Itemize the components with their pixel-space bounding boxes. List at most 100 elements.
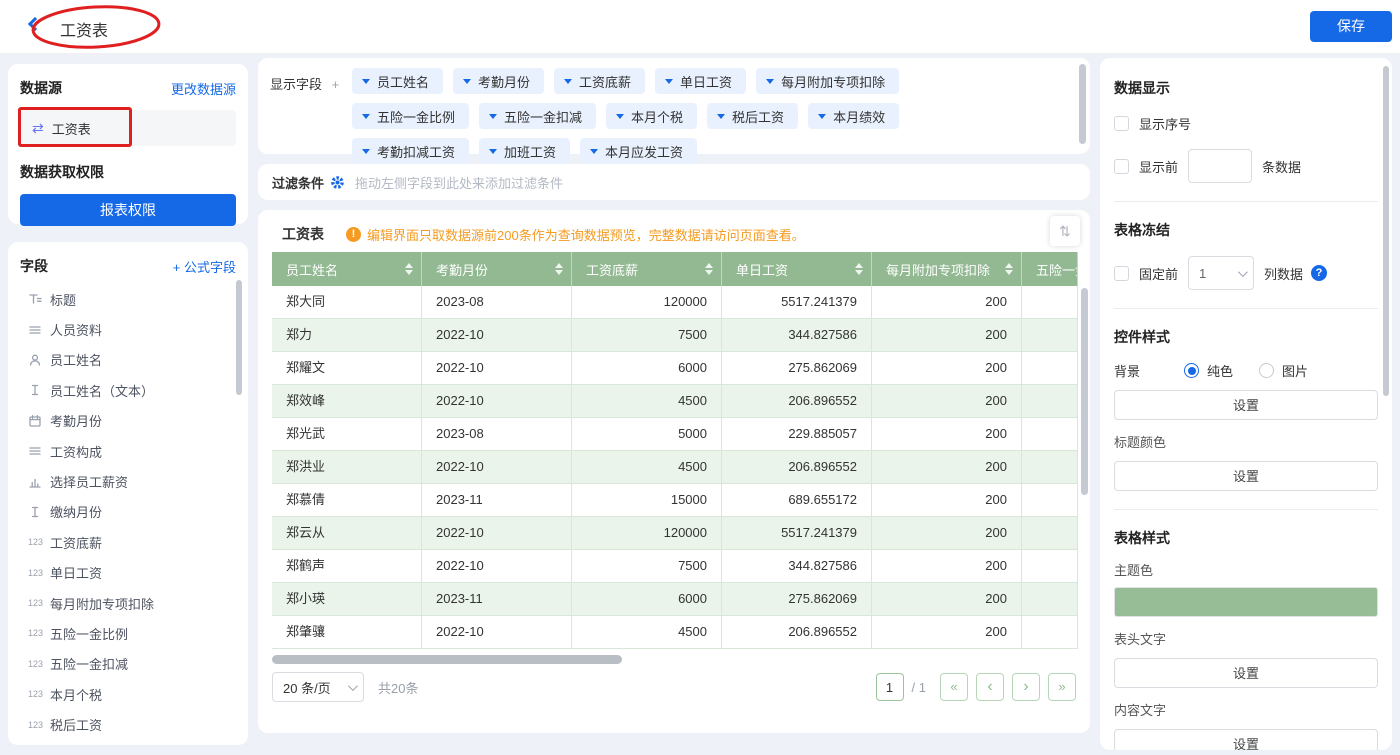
display-field-chip[interactable]: 单日工资 xyxy=(655,68,746,94)
add-field-button[interactable]: + xyxy=(332,77,340,92)
table-row[interactable]: 郑小瑛2023-116000275.862069200 xyxy=(272,583,1078,616)
show-first-input[interactable] xyxy=(1188,149,1252,183)
column-header[interactable]: 工资底薪 xyxy=(572,252,722,286)
show-first-checkbox[interactable] xyxy=(1114,159,1129,174)
settings-scrollbar[interactable] xyxy=(1383,66,1389,396)
table-row[interactable]: 郑云从2022-101200005517.241379200 xyxy=(272,517,1078,550)
table-horizontal-scrollbar[interactable] xyxy=(272,655,622,664)
field-item[interactable]: 123本月个税 xyxy=(20,679,236,709)
table-cell: 200 xyxy=(872,517,1022,550)
field-item[interactable]: 123五险一金比例 xyxy=(20,618,236,648)
first-page-button[interactable] xyxy=(940,673,968,701)
fields-list: 标题人员资料员工姓名员工姓名（文本） 考勤月份工资构成选择员工薪资缴纳月份123工… xyxy=(20,284,236,740)
table-row[interactable]: 郑效峰2022-104500206.896552200 xyxy=(272,385,1078,418)
freeze-checkbox[interactable] xyxy=(1114,266,1129,281)
table-cell xyxy=(1022,550,1078,583)
display-field-chip[interactable]: 本月绩效 xyxy=(808,103,899,129)
table-row[interactable]: 郑大同2023-081200005517.241379200 xyxy=(272,286,1078,319)
field-item[interactable]: 123单日工资 xyxy=(20,558,236,588)
change-datasource-link[interactable]: 更改数据源 xyxy=(171,79,236,98)
sort-icon[interactable] xyxy=(1005,263,1013,275)
display-field-chip[interactable]: 每月附加专项扣除 xyxy=(756,68,899,94)
title-color-label: 标题颜色 xyxy=(1114,432,1378,451)
divider xyxy=(1114,201,1378,202)
title-color-set-button[interactable]: 设置 xyxy=(1114,461,1378,491)
table-row[interactable]: 郑慕倩2023-1115000689.655172200 xyxy=(272,484,1078,517)
table-vertical-scrollbar[interactable] xyxy=(1081,288,1088,495)
field-item[interactable]: 缴纳月份 xyxy=(20,497,236,527)
sort-icon[interactable] xyxy=(855,263,863,275)
gear-icon[interactable] xyxy=(330,175,345,190)
solid-color-radio[interactable] xyxy=(1184,363,1199,378)
table-row[interactable]: 郑力2022-107500344.827586200 xyxy=(272,319,1078,352)
table-row[interactable]: 郑耀文2022-106000275.862069200 xyxy=(272,352,1078,385)
display-field-chip[interactable]: 本月个税 xyxy=(606,103,697,129)
display-field-chip[interactable]: 员工姓名 xyxy=(352,68,443,94)
display-field-chip[interactable]: 税后工资 xyxy=(707,103,798,129)
table-cell: 120000 xyxy=(572,517,722,550)
table-cell: 344.827586 xyxy=(722,319,872,352)
display-field-chip[interactable]: 五险一金比例 xyxy=(352,103,469,129)
field-item[interactable]: 123每月附加专项扣除 xyxy=(20,588,236,618)
display-field-chip[interactable]: 工资底薪 xyxy=(554,68,645,94)
back-icon[interactable] xyxy=(28,17,42,31)
sort-icon[interactable] xyxy=(555,263,563,275)
datasource-item[interactable]: ⇄ 工资表 xyxy=(20,110,236,146)
filter-bar[interactable]: 过滤条件 拖动左侧字段到此处来添加过滤条件 xyxy=(258,164,1090,200)
field-item[interactable]: 考勤月份 xyxy=(20,406,236,436)
field-item[interactable]: 123税后工资 xyxy=(20,709,236,739)
table-cell xyxy=(1022,616,1078,649)
header-text-set-button[interactable]: 设置 xyxy=(1114,658,1378,688)
help-icon[interactable]: ? xyxy=(1311,265,1327,281)
report-permission-button[interactable]: 报表权限 xyxy=(20,194,236,226)
sort-order-icon[interactable]: ⇅ xyxy=(1050,216,1080,246)
table-row[interactable]: 郑鹤声2022-107500344.827586200 xyxy=(272,550,1078,583)
display-field-chip[interactable]: 考勤月份 xyxy=(453,68,544,94)
formula-field-link[interactable]: + 公式字段 xyxy=(173,257,236,276)
field-item[interactable]: 选择员工薪资 xyxy=(20,466,236,496)
sort-icon[interactable] xyxy=(405,263,413,275)
field-label: 工资构成 xyxy=(50,442,102,461)
display-field-chip[interactable]: 考勤扣减工资 xyxy=(352,138,469,164)
image-radio[interactable] xyxy=(1259,363,1274,378)
sort-icon[interactable] xyxy=(705,263,713,275)
content-text-set-button[interactable]: 设置 xyxy=(1114,729,1378,750)
show-index-checkbox[interactable] xyxy=(1114,116,1129,131)
column-header[interactable]: 每月附加专项扣除 xyxy=(872,252,1022,286)
column-header[interactable]: 考勤月份 xyxy=(422,252,572,286)
display-field-chip[interactable]: 五险一金扣减 xyxy=(479,103,596,129)
column-header[interactable]: 五险一金 xyxy=(1022,252,1078,286)
column-header[interactable]: 单日工资 xyxy=(722,252,872,286)
page-size-select[interactable]: 20 条/页 xyxy=(272,672,364,702)
field-item[interactable]: 123工资底薪 xyxy=(20,527,236,557)
table-cell: 200 xyxy=(872,418,1022,451)
chips-scrollbar[interactable] xyxy=(1079,64,1086,144)
save-button[interactable]: 保存 xyxy=(1310,11,1392,42)
table-cell xyxy=(1022,484,1078,517)
field-item[interactable]: 人员资料 xyxy=(20,314,236,344)
display-field-chip[interactable]: 加班工资 xyxy=(479,138,570,164)
field-label: 员工姓名（文本） xyxy=(50,381,154,400)
background-set-button[interactable]: 设置 xyxy=(1114,390,1378,420)
field-item[interactable]: 员工姓名（文本） xyxy=(20,375,236,405)
freeze-count-select[interactable]: 1 xyxy=(1188,256,1254,290)
page-size-value: 20 条/页 xyxy=(283,678,331,697)
display-field-chip[interactable]: 本月应发工资 xyxy=(580,138,697,164)
field-item[interactable]: 标题 xyxy=(20,284,236,314)
current-page-box[interactable]: 1 xyxy=(876,673,904,701)
table-row[interactable]: 郑洪业2022-104500206.896552200 xyxy=(272,451,1078,484)
table-cell: 4500 xyxy=(572,616,722,649)
theme-color-swatch[interactable] xyxy=(1114,587,1378,617)
chip-label: 工资底薪 xyxy=(579,72,631,91)
field-item[interactable]: 工资构成 xyxy=(20,436,236,466)
prev-page-button[interactable] xyxy=(976,673,1004,701)
table-row[interactable]: 郑光武2023-085000229.885057200 xyxy=(272,418,1078,451)
fields-scrollbar[interactable] xyxy=(236,280,242,395)
field-item[interactable]: 123五险一金扣减 xyxy=(20,649,236,679)
table-row[interactable]: 郑肇骧2022-104500206.896552200 xyxy=(272,616,1078,649)
number-icon: 123 xyxy=(28,598,50,608)
next-page-button[interactable] xyxy=(1012,673,1040,701)
field-item[interactable]: 员工姓名 xyxy=(20,345,236,375)
column-header[interactable]: 员工姓名 xyxy=(272,252,422,286)
last-page-button[interactable] xyxy=(1048,673,1076,701)
